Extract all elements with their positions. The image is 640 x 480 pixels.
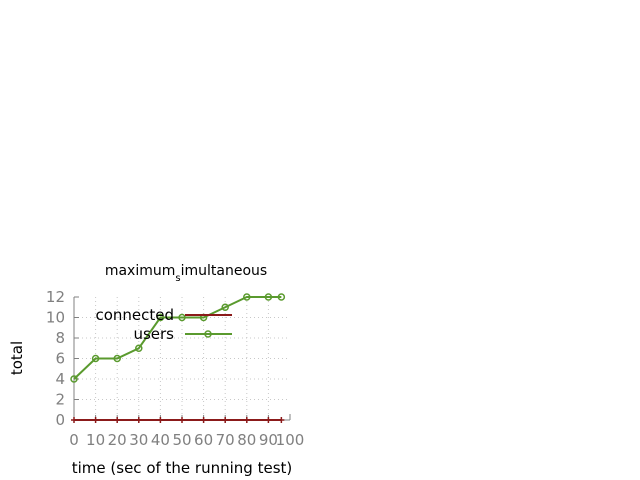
data-point bbox=[265, 417, 272, 423]
legend-label: users bbox=[133, 325, 174, 343]
x-tick-label: 40 bbox=[151, 431, 170, 449]
data-point bbox=[92, 417, 99, 423]
chart-title-rest: imultaneous bbox=[181, 263, 268, 279]
y-tick-label: 2 bbox=[55, 391, 65, 409]
data-point bbox=[179, 417, 185, 423]
y-axis-title: total bbox=[8, 341, 26, 375]
data-point bbox=[157, 417, 164, 423]
x-tick-label: 60 bbox=[194, 431, 213, 449]
legend-item-users: users bbox=[133, 325, 232, 343]
x-tick-label: 70 bbox=[216, 431, 235, 449]
data-point bbox=[71, 417, 77, 423]
legend-item-connected: connected bbox=[95, 306, 232, 324]
line-chart: maximumsimultaneous 024681012 0 10 20 30 40 5… bbox=[8, 263, 304, 477]
y-tick-label: 12 bbox=[46, 288, 65, 306]
y-tick-label: 0 bbox=[55, 411, 65, 429]
legend-label: connected bbox=[95, 306, 174, 324]
data-point bbox=[114, 417, 121, 423]
x-tick-label: 50 bbox=[172, 431, 191, 449]
data-point bbox=[243, 417, 250, 423]
y-tick-label: 6 bbox=[55, 350, 65, 368]
data-point bbox=[278, 417, 285, 423]
x-tick-label: 20 bbox=[108, 431, 127, 449]
y-tick-label: 4 bbox=[55, 370, 65, 388]
chart-title-main: maximum bbox=[105, 263, 176, 279]
x-tick-label: 100 bbox=[276, 431, 305, 449]
legend: connectedusers bbox=[95, 306, 232, 343]
y-tick-label: 10 bbox=[46, 309, 65, 327]
y-tick-labels: 0 2 4 6 8 10 12 bbox=[46, 288, 65, 429]
x-axis-title: time (sec of the running test) bbox=[72, 459, 293, 477]
x-tick-label: 80 bbox=[237, 431, 256, 449]
x-tick-labels: 0 10 20 30 40 50 60 70 80 90100 bbox=[69, 431, 304, 449]
data-point bbox=[222, 417, 229, 423]
chart-title: maximumsimultaneous bbox=[105, 263, 267, 284]
series-connected bbox=[71, 417, 285, 423]
x-tick-label: 10 bbox=[86, 431, 105, 449]
x-tick-label: 30 bbox=[129, 431, 148, 449]
data-point bbox=[135, 417, 142, 423]
x-tick-label: 0 bbox=[69, 431, 79, 449]
data-point bbox=[200, 417, 207, 423]
y-tick-label: 8 bbox=[55, 329, 65, 347]
